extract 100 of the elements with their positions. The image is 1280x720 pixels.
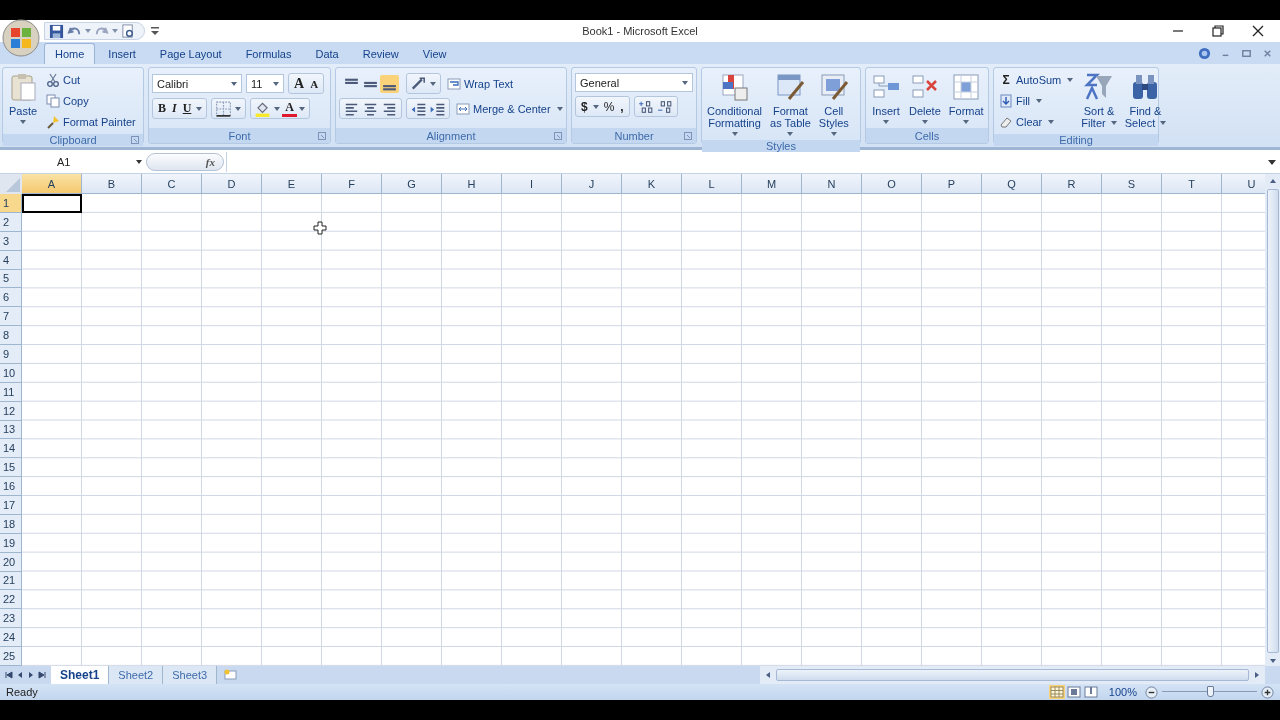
column-header[interactable]: U <box>1222 174 1265 194</box>
ribbon-button[interactable]: Find & Select <box>1122 70 1169 131</box>
column-header[interactable]: C <box>142 174 202 194</box>
cell-grid[interactable] <box>22 194 1265 666</box>
ribbon-tab[interactable]: Page Layout <box>148 43 233 64</box>
ribbon-button[interactable]: Sort & Filter <box>1079 70 1119 131</box>
row-header[interactable]: 23 <box>0 609 22 629</box>
customize-icon[interactable] <box>151 27 159 35</box>
sheet-tab[interactable]: Sheet1 <box>51 666 110 684</box>
column-header[interactable]: L <box>682 174 742 194</box>
format-painter-button[interactable]: Format Painter <box>44 112 138 132</box>
scroll-thumb[interactable] <box>776 669 1249 681</box>
row-header[interactable]: 9 <box>0 345 22 364</box>
ribbon-tab[interactable]: Data <box>304 43 350 64</box>
font-name-field[interactable]: Calibri <box>152 74 242 93</box>
row-header[interactable]: 25 <box>0 647 22 666</box>
fill-button[interactable]: Fill <box>997 91 1076 111</box>
underline-button[interactable]: U <box>179 101 195 116</box>
column-header[interactable]: K <box>622 174 682 194</box>
sheet-tab[interactable]: Sheet3 <box>163 666 218 684</box>
bottom-align-icon[interactable] <box>380 74 399 93</box>
ribbon-tab[interactable]: Home <box>44 43 96 64</box>
column-header[interactable]: H <box>442 174 502 194</box>
column-header[interactable]: J <box>562 174 622 194</box>
close-icon[interactable] <box>1251 24 1265 38</box>
column-header[interactable]: G <box>382 174 442 194</box>
autosum-button[interactable]: Σ AutoSum <box>997 70 1076 90</box>
column-header[interactable]: T <box>1162 174 1222 194</box>
name-box[interactable]: A1 <box>0 151 146 172</box>
ribbon-button[interactable]: Delete <box>907 70 943 126</box>
column-header[interactable]: F <box>322 174 382 194</box>
ribbon-button[interactable]: Conditional Formatting <box>705 70 765 138</box>
zoom-in-icon[interactable] <box>1261 685 1274 699</box>
italic-button[interactable]: I <box>169 101 180 116</box>
row-header[interactable]: 15 <box>0 458 22 478</box>
column-header[interactable]: B <box>82 174 142 194</box>
percent-button[interactable]: % <box>600 99 618 114</box>
row-header[interactable]: 8 <box>0 326 22 345</box>
row-header[interactable]: 6 <box>0 288 22 308</box>
first-sheet-icon[interactable] <box>4 670 14 680</box>
zoom-out-icon[interactable] <box>1145 685 1158 699</box>
help-icon[interactable] <box>1198 47 1211 60</box>
sheet-tab[interactable]: Sheet2 <box>109 666 164 684</box>
row-header[interactable]: 16 <box>0 477 22 496</box>
row-header[interactable]: 17 <box>0 496 22 515</box>
page-break-icon[interactable] <box>1082 685 1099 699</box>
scroll-thumb[interactable] <box>1266 189 1279 653</box>
row-header[interactable]: 14 <box>0 439 22 459</box>
borders-icon[interactable] <box>214 99 234 118</box>
last-sheet-icon[interactable] <box>37 670 47 680</box>
ribbon-tab[interactable]: Formulas <box>234 43 303 64</box>
column-header[interactable]: Q <box>982 174 1042 194</box>
row-header[interactable]: 22 <box>0 590 22 610</box>
wrap-text-button[interactable]: Wrap Text <box>445 73 516 94</box>
ribbon-button[interactable]: Format as Table <box>768 70 813 138</box>
bold-button[interactable]: B <box>155 101 169 116</box>
merge-center-button[interactable]: Merge & Center <box>454 98 565 119</box>
column-header[interactable]: R <box>1042 174 1102 194</box>
column-header[interactable]: D <box>202 174 262 194</box>
copy-button[interactable]: Copy <box>44 91 138 111</box>
column-header[interactable]: E <box>262 174 322 194</box>
comma-button[interactable]: , <box>617 99 627 114</box>
caret-icon[interactable] <box>136 159 142 164</box>
page-layout-icon[interactable] <box>1065 685 1082 699</box>
vertical-scrollbar[interactable] <box>1265 174 1280 666</box>
insert-function-button[interactable]: fx <box>146 152 224 171</box>
clear-button[interactable]: Clear <box>997 112 1076 132</box>
row-header[interactable]: 7 <box>0 307 22 327</box>
ribbon-tab[interactable]: Review <box>351 43 410 64</box>
ribbon-button[interactable]: Cell Styles <box>816 70 851 138</box>
column-header[interactable]: M <box>742 174 802 194</box>
font-size-field[interactable]: 11 <box>246 74 284 93</box>
save-icon[interactable] <box>49 23 64 39</box>
paste-button[interactable]: Paste <box>6 70 40 126</box>
column-header[interactable]: I <box>502 174 562 194</box>
restore-icon[interactable] <box>1211 24 1225 38</box>
ribbon-tab[interactable]: View <box>411 43 458 64</box>
column-header[interactable]: N <box>802 174 862 194</box>
active-cell[interactable] <box>22 194 82 213</box>
row-header[interactable]: 24 <box>0 628 22 647</box>
grow-font-button[interactable]: A <box>291 75 308 92</box>
group-label: Clipboard <box>49 134 97 146</box>
column-header[interactable]: P <box>922 174 982 194</box>
ribbon-button[interactable]: Insert <box>869 70 903 126</box>
column-header[interactable]: O <box>862 174 922 194</box>
print-preview-icon[interactable] <box>121 23 136 39</box>
zoom-slider-thumb[interactable] <box>1206 686 1214 697</box>
row-header[interactable]: 1 <box>0 194 22 213</box>
ribbon-button[interactable]: Format <box>946 70 986 126</box>
ribbon-tab[interactable]: Insert <box>97 43 147 64</box>
column-header[interactable]: A <box>22 174 82 194</box>
column-header[interactable]: S <box>1102 174 1162 194</box>
currency-button[interactable]: $ <box>578 99 591 114</box>
cut-button[interactable]: Cut <box>44 70 138 90</box>
normal-view-icon[interactable] <box>1048 685 1065 699</box>
horizontal-scrollbar[interactable] <box>760 666 1265 684</box>
expand-icon[interactable] <box>1268 157 1276 166</box>
shrink-font-button[interactable]: A <box>307 77 322 90</box>
zoom-level[interactable]: 100% <box>1108 686 1137 698</box>
number-format-field[interactable]: General <box>575 73 693 92</box>
